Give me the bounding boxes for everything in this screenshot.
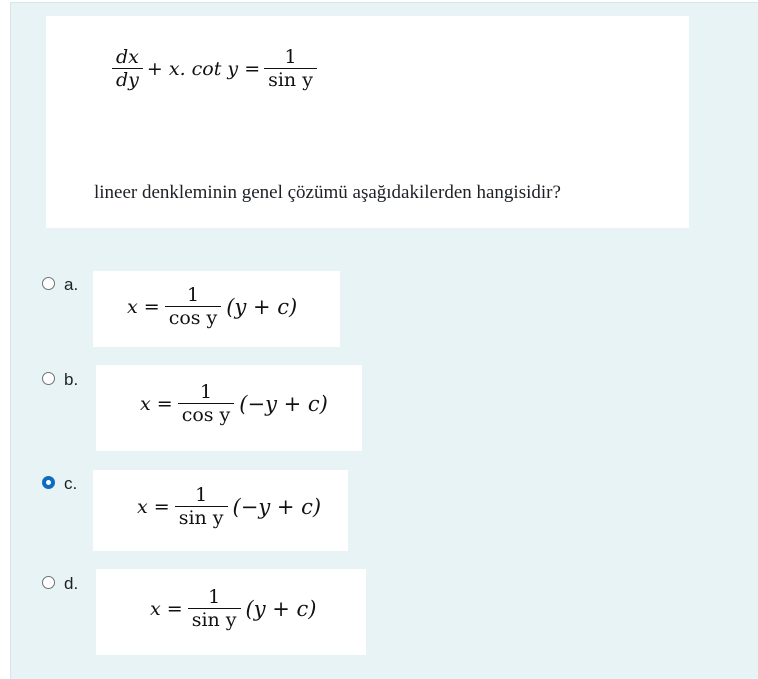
option-d-numerator: 1 (187, 586, 241, 609)
option-c-lhs: x = (137, 495, 170, 518)
option-c-formula: x = 1 sin y (−y + c) (137, 484, 321, 529)
answer-option-c[interactable]: c. x = 1 sin y (−y + c) (0, 470, 758, 564)
option-b-lhs: x = (140, 392, 173, 415)
option-d-denominator: sin y (191, 609, 237, 631)
option-a-lhs: x = (127, 295, 160, 318)
derivative-fraction: dx dy (112, 46, 143, 91)
rhs-fraction: 1 sin y (264, 46, 317, 91)
option-a-numerator: 1 (164, 284, 222, 307)
option-c-fraction: 1 sin y (174, 484, 228, 529)
option-d-fraction: 1 sin y (187, 586, 241, 631)
option-letter-c: c. (64, 474, 78, 493)
option-a-box: x = 1 cos y (y + c) (93, 271, 340, 347)
radio-a[interactable] (42, 277, 55, 290)
answer-option-b[interactable]: b. x = 1 cos y (−y + c) (0, 365, 758, 459)
rhs-numerator: 1 (264, 46, 317, 69)
question-equation: dx dy + x. cot y = 1 sin y (112, 46, 317, 91)
option-a-formula: x = 1 cos y (y + c) (127, 284, 297, 329)
option-b-fraction: 1 cos y (177, 381, 235, 426)
option-b-box: x = 1 cos y (−y + c) (96, 365, 362, 451)
option-letter-a: a. (64, 275, 79, 294)
derivative-numerator: dx (112, 46, 143, 69)
answer-option-a[interactable]: a. x = 1 cos y (y + c) (0, 270, 758, 360)
answer-option-d[interactable]: d. x = 1 sin y (y + c) (0, 569, 758, 664)
option-d-lhs: x = (150, 597, 183, 620)
option-d-tail: (y + c) (245, 596, 317, 621)
option-a-fraction: 1 cos y (164, 284, 222, 329)
option-b-denominator: cos y (181, 404, 231, 426)
option-d-box: x = 1 sin y (y + c) (96, 569, 366, 655)
option-c-numerator: 1 (174, 484, 228, 507)
option-b-numerator: 1 (177, 381, 235, 404)
option-b-tail: (−y + c) (239, 391, 328, 416)
equation-middle: + x. cot y = (146, 57, 261, 80)
option-c-box: x = 1 sin y (−y + c) (93, 470, 348, 551)
radio-b[interactable] (42, 372, 55, 385)
derivative-denominator: dy (116, 69, 139, 91)
question-text-box: dx dy + x. cot y = 1 sin y lineer denkle… (46, 16, 689, 228)
option-c-denominator: sin y (178, 507, 224, 529)
question-prompt: lineer denkleminin genel çözümü aşağıdak… (94, 182, 561, 203)
radio-c[interactable] (42, 476, 55, 489)
option-d-formula: x = 1 sin y (y + c) (150, 586, 317, 631)
option-b-formula: x = 1 cos y (−y + c) (140, 381, 328, 426)
rhs-denominator: sin y (268, 69, 313, 91)
radio-d[interactable] (42, 576, 55, 589)
option-c-tail: (−y + c) (232, 494, 322, 519)
option-a-denominator: cos y (168, 307, 218, 329)
option-letter-b: b. (64, 370, 79, 389)
option-a-tail: (y + c) (226, 294, 298, 319)
option-letter-d: d. (64, 574, 79, 593)
